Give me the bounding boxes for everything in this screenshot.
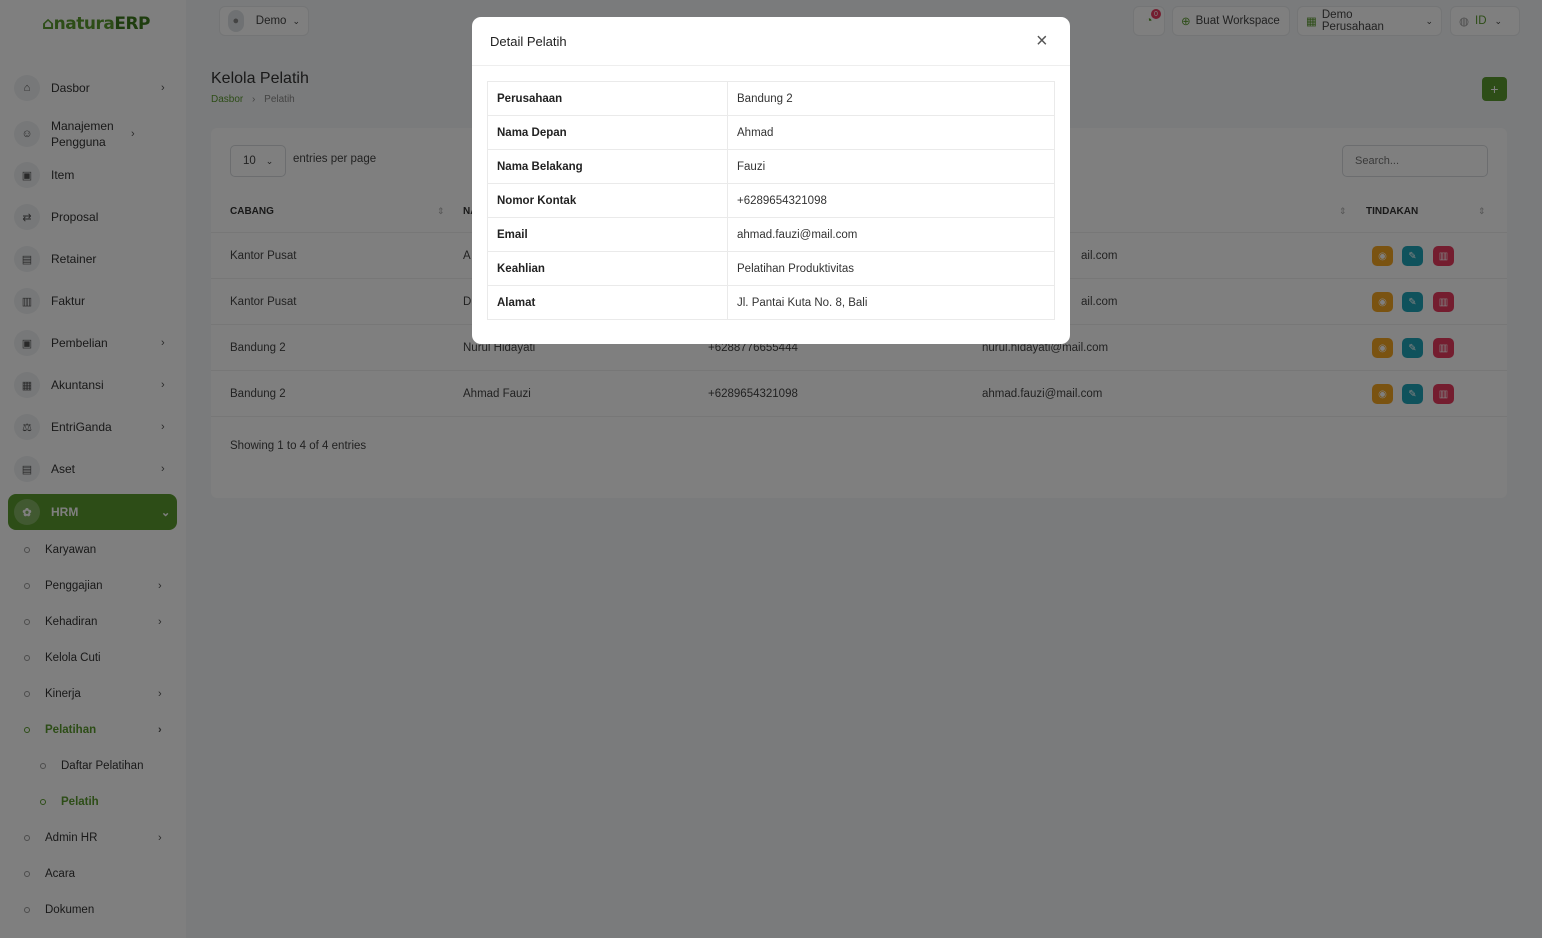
modal-header-divider [472,65,1070,66]
detail-row: Perusahaan Bandung 2 [487,81,1055,116]
trainer-detail-modal: Detail Pelatih × Perusahaan Bandung 2 Nam… [472,17,1070,344]
detail-row: Alamat Jl. Pantai Kuta No. 8, Bali [487,285,1055,320]
detail-row: Email ahmad.fauzi@mail.com [487,217,1055,252]
detail-row: Nomor Kontak +6289654321098 [487,183,1055,218]
detail-row: Nama Belakang Fauzi [487,149,1055,184]
detail-row: Nama Depan Ahmad [487,115,1055,150]
detail-table: Perusahaan Bandung 2 Nama Depan Ahmad Nama… [487,81,1055,320]
detail-row: Keahlian Pelatihan Produktivitas [487,251,1055,286]
modal-title: Detail Pelatih [490,34,567,49]
close-icon[interactable]: × [1036,31,1048,51]
